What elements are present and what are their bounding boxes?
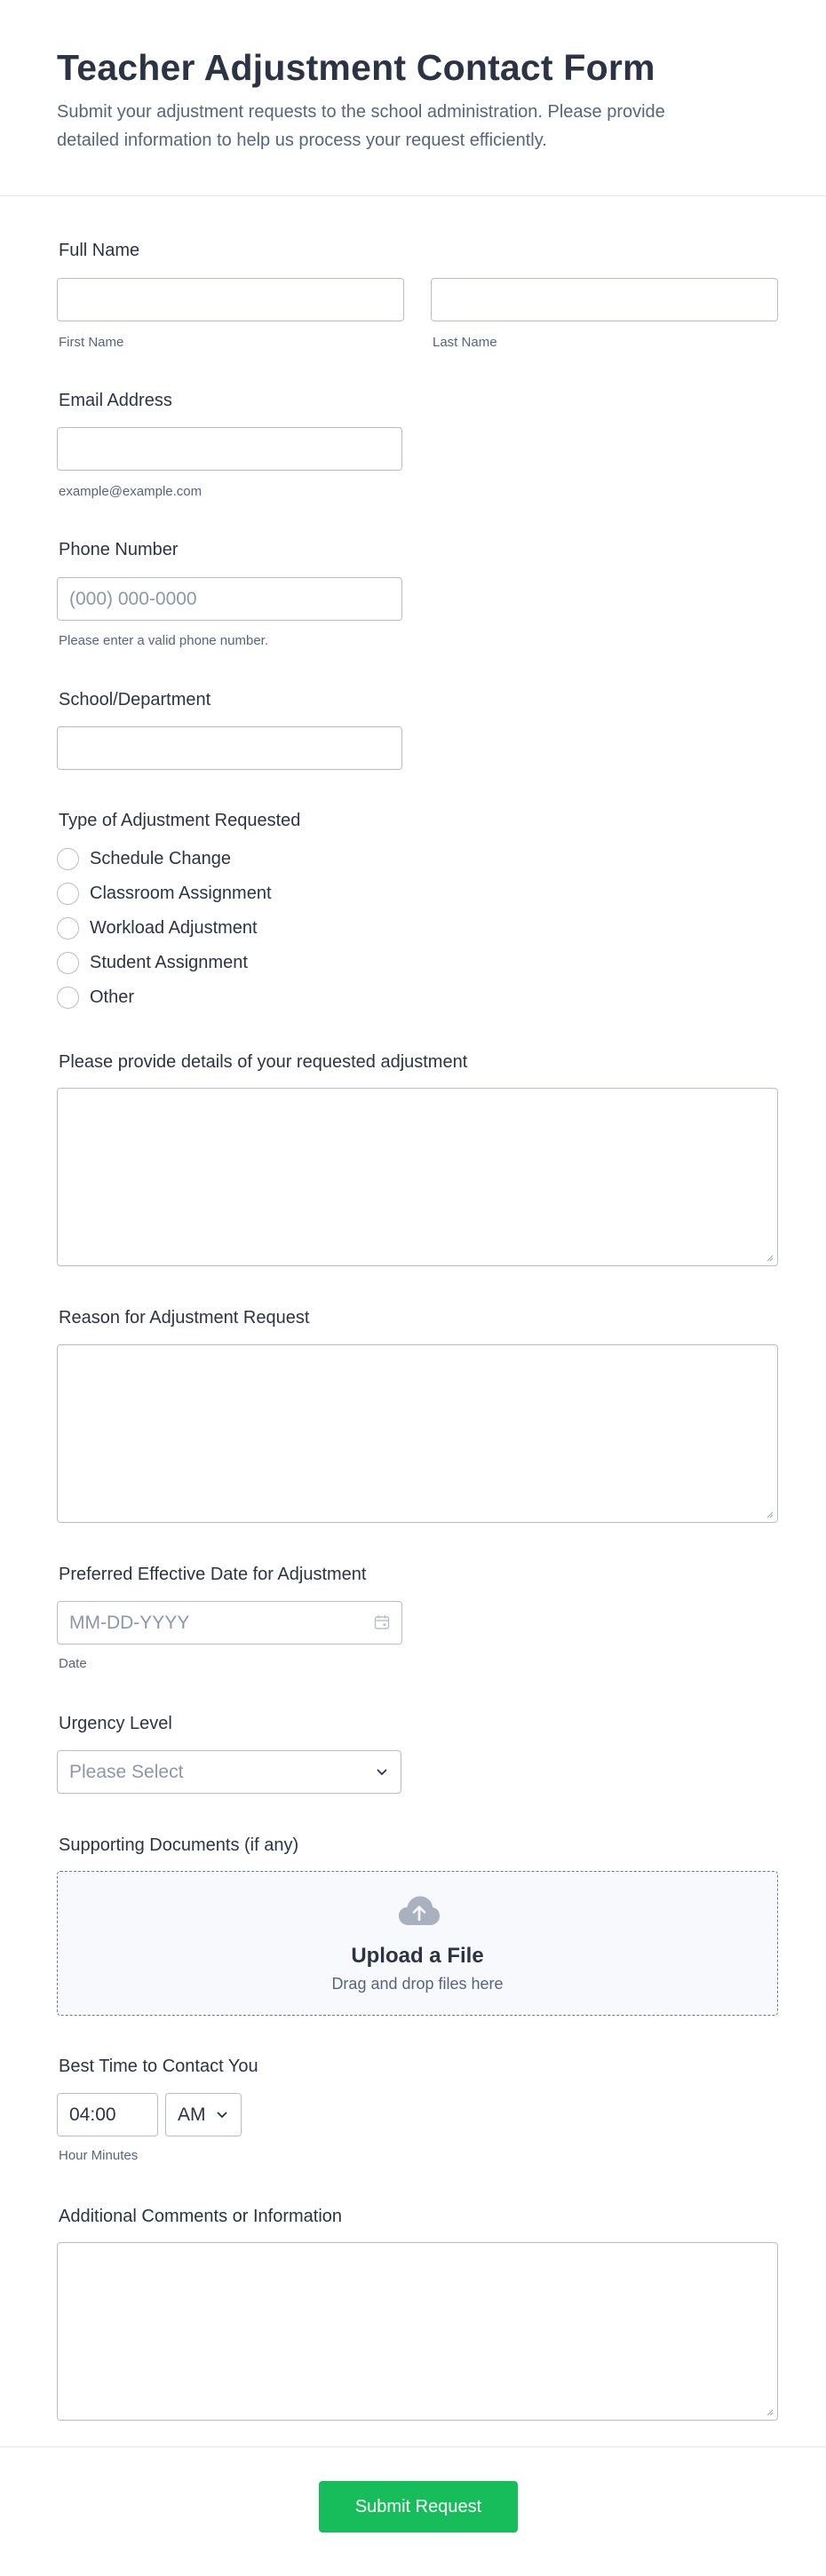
last-name-input[interactable] [431,278,778,321]
adjustment-type-label: Type of Adjustment Requested [59,811,301,830]
reason-textarea[interactable] [57,1344,778,1523]
urgency-label: Urgency Level [59,1714,172,1733]
form-header: Teacher Adjustment Contact Form Submit y… [0,0,826,196]
resize-grip-icon[interactable] [765,2407,774,2416]
date-input[interactable] [57,1601,402,1645]
date-input-wrapper [57,1601,402,1645]
form-page: Teacher Adjustment Contact Form Submit y… [0,0,826,2576]
time-input[interactable] [57,2093,158,2136]
form-footer: Submit Request [0,2446,826,2576]
first-name-sublabel: First Name [59,335,124,350]
calendar-icon[interactable] [374,1614,390,1630]
full-name-field: Full Name [57,240,139,261]
cloud-upload-icon [399,1896,440,1925]
radio-option-schedule-change[interactable]: Schedule Change [57,842,272,876]
upload-title: Upload a File [351,1944,484,1968]
comments-textarea[interactable] [57,2242,778,2421]
file-upload-dropzone[interactable]: Upload a File Drag and drop files here [57,1871,778,2016]
effective-date-label: Preferred Effective Date for Adjustment [59,1565,367,1584]
urgency-selected-value: Please Select [69,1761,184,1782]
radio-option-classroom-assignment[interactable]: Classroom Assignment [57,876,272,911]
radio-button[interactable] [57,952,79,974]
details-textarea[interactable] [57,1088,778,1266]
radio-option-workload-adjustment[interactable]: Workload Adjustment [57,911,272,946]
details-label: Please provide details of your requested… [59,1052,468,1072]
full-name-label: Full Name [59,241,140,260]
email-sublabel: example@example.com [59,484,203,499]
radio-label: Workload Adjustment [90,918,258,938]
form-description: Submit your adjustment requests to the s… [57,102,665,150]
phone-sublabel: Please enter a valid phone number. [59,633,268,648]
radio-button[interactable] [57,987,79,1009]
last-name-sublabel: Last Name [433,335,497,350]
ampm-selected-value: AM [178,2104,206,2125]
radio-button[interactable] [57,848,79,870]
resize-grip-icon[interactable] [765,1510,774,1518]
radio-option-student-assignment[interactable]: Student Assignment [57,946,272,980]
email-field[interactable] [57,427,402,471]
reason-label: Reason for Adjustment Request [59,1308,310,1328]
email-label: Email Address [59,391,172,410]
school-label: School/Department [59,690,211,709]
submit-button[interactable]: Submit Request [319,2481,518,2532]
first-name-input[interactable] [57,278,404,321]
adjustment-type-options: Schedule Change Classroom Assignment Wor… [57,842,272,1015]
phone-label: Phone Number [59,540,179,559]
resize-grip-icon[interactable] [765,1253,774,1262]
time-sublabel: Hour Minutes [59,2148,139,2163]
radio-option-other[interactable]: Other [57,980,272,1015]
radio-label: Schedule Change [90,849,232,868]
date-sublabel: Date [59,1656,87,1671]
upload-hint: Drag and drop files here [331,1975,504,1993]
chevron-down-icon [217,2112,227,2119]
chevron-down-icon [377,1769,387,1776]
phone-input[interactable] [57,577,402,621]
comments-label: Additional Comments or Information [59,2207,343,2226]
radio-label: Classroom Assignment [90,884,272,903]
form-title: Teacher Adjustment Contact Form [57,47,655,88]
school-input[interactable] [57,726,402,770]
radio-button[interactable] [57,917,79,939]
contact-time-label: Best Time to Contact You [59,2057,258,2076]
radio-label: Student Assignment [90,953,248,972]
documents-label: Supporting Documents (if any) [59,1835,299,1855]
radio-label: Other [90,987,135,1007]
urgency-select[interactable]: Please Select [57,1750,401,1794]
ampm-select[interactable]: AM [165,2093,242,2136]
radio-button[interactable] [57,883,79,905]
